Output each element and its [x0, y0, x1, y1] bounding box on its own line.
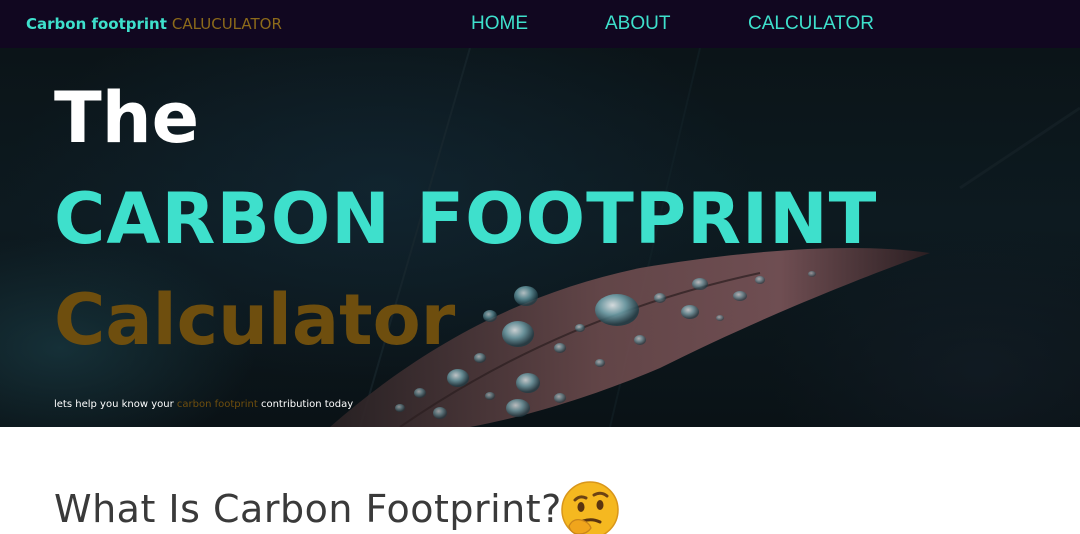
hero-subtitle-end: contribution today — [260, 399, 354, 410]
hero-subtitle: lets help you know your carbon footprint… — [54, 398, 353, 412]
section-heading: What Is Carbon Footprint? — [54, 487, 562, 531]
nav-home-link[interactable]: HOME — [471, 12, 528, 36]
top-navbar: Carbon footprint CALUCULATOR HOME ABOUT C… — [0, 0, 1080, 48]
thinking-face-icon — [561, 481, 619, 534]
nav-about-link[interactable]: ABOUT — [605, 12, 670, 36]
hero-subtitle-accent: carbon footprint — [176, 399, 258, 410]
nav-links: HOME ABOUT CALCULATOR — [0, 12, 1080, 36]
hero-title-main: CARBON FOOTPRINT — [54, 178, 878, 260]
hero-subtitle-start: lets help you know your — [54, 399, 174, 410]
hero-title-the: The — [54, 77, 200, 159]
hero-title-calculator: Calculator — [54, 279, 456, 361]
nav-calculator-link[interactable]: CALCULATOR — [748, 12, 874, 36]
hero-banner: The CARBON FOOTPRINT Calculator lets hel… — [0, 48, 1080, 427]
